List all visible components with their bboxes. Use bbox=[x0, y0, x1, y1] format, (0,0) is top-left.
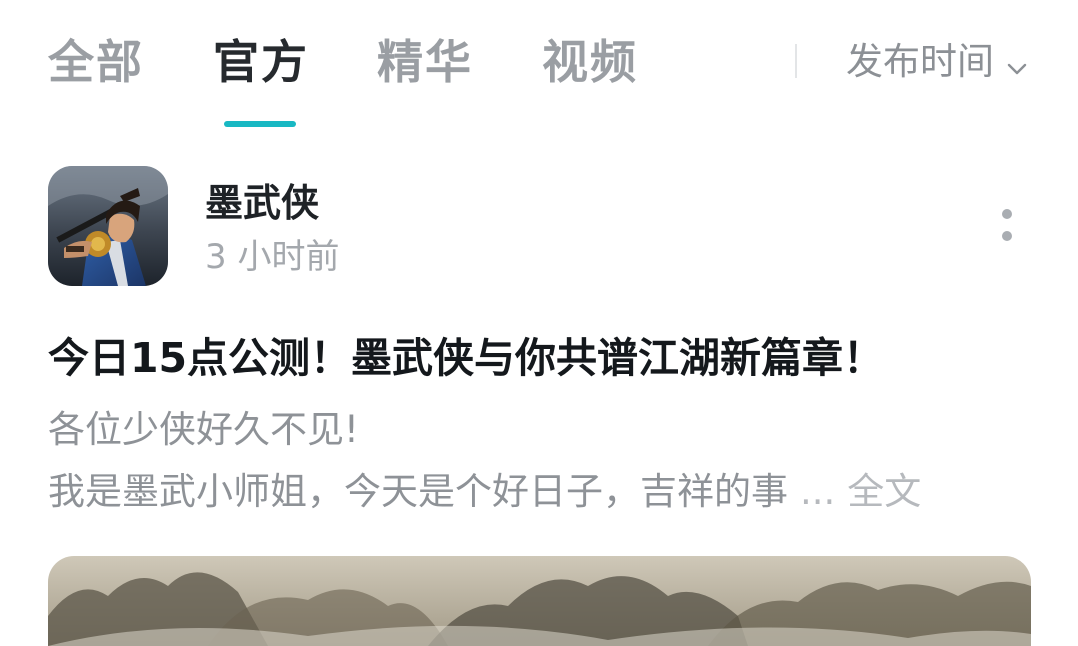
tab-bar: 全部 官方 精华 视频 发布时间 bbox=[0, 0, 1078, 130]
ellipsis: ... bbox=[800, 470, 836, 513]
more-vertical-icon[interactable] bbox=[988, 205, 1028, 249]
sort-dropdown[interactable]: 发布时间 bbox=[846, 38, 1028, 86]
chevron-down-icon bbox=[1006, 40, 1028, 88]
tab-featured[interactable]: 精华 bbox=[377, 32, 473, 92]
active-tab-indicator bbox=[224, 121, 296, 127]
sort-label: 发布时间 bbox=[846, 40, 994, 83]
author-name[interactable]: 墨武侠 bbox=[205, 178, 319, 228]
post-excerpt-line: 我是墨武小师姐，今天是个好日子，吉祥的事... 全文 bbox=[48, 464, 921, 520]
tab-video[interactable]: 视频 bbox=[542, 32, 638, 92]
post-excerpt-line: 各位少侠好久不见! bbox=[48, 408, 359, 451]
full-text-link[interactable]: 全文 bbox=[847, 470, 921, 513]
tab-divider bbox=[795, 44, 797, 78]
tab-official[interactable]: 官方 bbox=[213, 32, 309, 92]
post-excerpt-text: 我是墨武小师姐，今天是个好日子，吉祥的事 bbox=[48, 470, 788, 513]
post-image[interactable] bbox=[48, 556, 1031, 646]
author-avatar[interactable] bbox=[48, 166, 168, 286]
post-timestamp: 3 小时前 bbox=[205, 237, 340, 277]
post-title[interactable]: 今日15点公测！墨武侠与你共谱江湖新篇章！ bbox=[48, 328, 884, 388]
tab-all[interactable]: 全部 bbox=[48, 32, 144, 92]
